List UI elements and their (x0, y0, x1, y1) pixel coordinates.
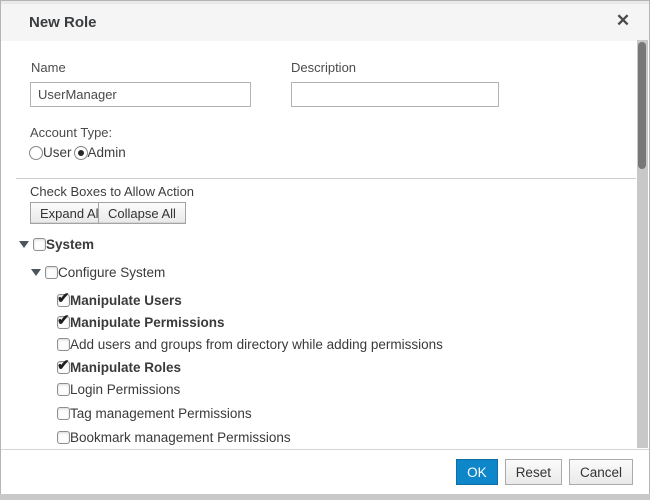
ok-button[interactable]: OK (456, 459, 498, 485)
tree-item-tag-management: Tag management Permissions (57, 403, 252, 423)
reset-button[interactable]: Reset (505, 459, 562, 485)
tree-item-label[interactable]: Configure System (58, 265, 165, 280)
close-icon[interactable]: ✕ (611, 9, 635, 33)
tree-item-label[interactable]: Login Permissions (70, 382, 180, 397)
checkbox-manipulate-roles[interactable] (57, 361, 70, 374)
dialog-footer: OK Reset Cancel (1, 449, 649, 494)
checkbox-tag-management[interactable] (57, 407, 70, 420)
tree-item-manipulate-roles: Manipulate Roles (57, 357, 181, 377)
tree-item-label[interactable]: Add users and groups from directory whil… (70, 337, 443, 352)
tree-item-add-users-groups: Add users and groups from directory whil… (57, 334, 443, 354)
permissions-tree: System Configure System Manipulate Users… (1, 41, 650, 449)
page-backdrop: New Role ✕ Name Description Account Type… (0, 0, 650, 500)
dialog-header: New Role (1, 4, 649, 41)
tree-item-bookmark-management: Bookmark management Permissions (57, 427, 291, 447)
new-role-dialog: New Role ✕ Name Description Account Type… (0, 0, 650, 494)
tree-item-label[interactable]: Manipulate Permissions (70, 315, 225, 330)
scrollbar-thumb[interactable] (638, 42, 646, 169)
tree-item-label[interactable]: Manipulate Users (70, 293, 182, 308)
checkbox-system[interactable] (33, 238, 46, 251)
checkbox-configure-system[interactable] (45, 266, 58, 279)
checkbox-manipulate-permissions[interactable] (57, 316, 70, 329)
tree-item-manipulate-users: Manipulate Users (57, 290, 182, 310)
checkbox-manipulate-users[interactable] (57, 294, 70, 307)
checkbox-login-permissions[interactable] (57, 383, 70, 396)
collapse-arrow-icon[interactable] (31, 269, 41, 276)
collapse-arrow-icon[interactable] (19, 241, 29, 248)
tree-item-label[interactable]: Tag management Permissions (70, 406, 252, 421)
tree-item-label[interactable]: System (46, 237, 94, 252)
tree-item-system: System (19, 234, 94, 254)
tree-item-label[interactable]: Manipulate Roles (70, 360, 181, 375)
dialog-title: New Role (29, 14, 97, 31)
checkbox-bookmark-management[interactable] (57, 431, 70, 444)
tree-item-login-permissions: Login Permissions (57, 379, 180, 399)
tree-item-configure-system: Configure System (31, 262, 165, 282)
tree-item-manipulate-permissions: Manipulate Permissions (57, 312, 225, 332)
tree-item-label[interactable]: Bookmark management Permissions (70, 430, 291, 445)
cancel-button[interactable]: Cancel (569, 459, 633, 485)
vertical-scrollbar[interactable] (637, 40, 648, 448)
checkbox-add-users-groups[interactable] (57, 338, 70, 351)
